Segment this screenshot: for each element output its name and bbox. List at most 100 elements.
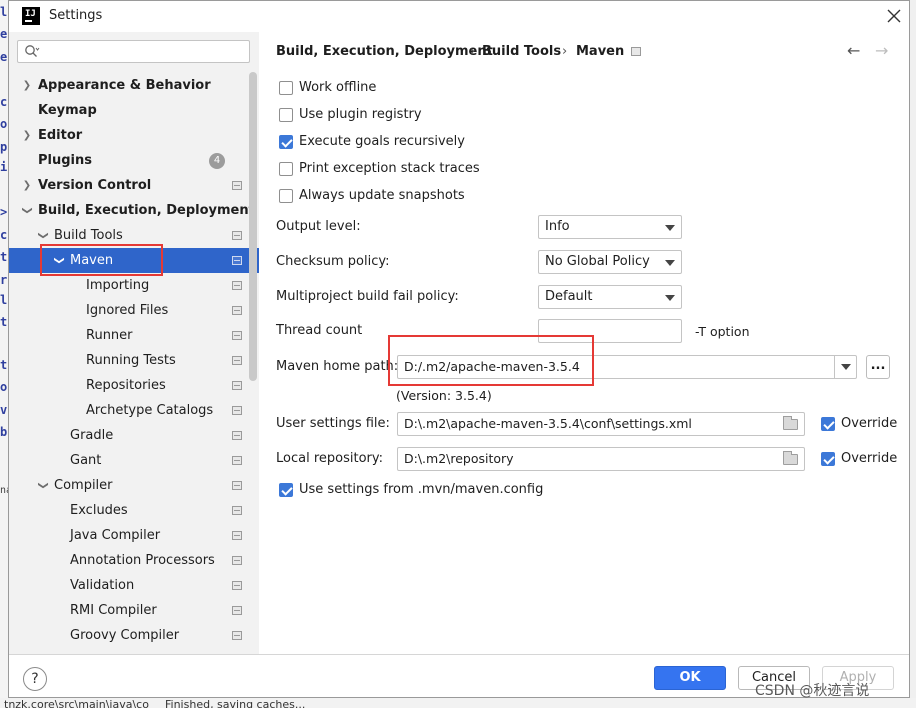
tree-item-plugins[interactable]: Plugins 4 xyxy=(9,148,259,173)
project-settings-icon xyxy=(232,481,242,490)
bg-char: v xyxy=(0,403,8,417)
settings-search[interactable] xyxy=(17,40,250,63)
output-level-select[interactable]: Info xyxy=(538,215,682,239)
checkbox-box[interactable] xyxy=(279,189,293,203)
tree-item-label: Annotation Processors xyxy=(70,553,215,568)
sidebar-scrollbar[interactable] xyxy=(249,72,257,381)
footer-divider xyxy=(9,654,909,655)
tree-item-label: Java Compiler xyxy=(70,528,161,543)
tree-item-gradle[interactable]: Gradle xyxy=(9,423,259,448)
breadcrumb-item: Build Tools xyxy=(482,44,562,59)
bg-char: b xyxy=(0,425,8,439)
project-settings-icon xyxy=(232,506,242,515)
checkbox-label: Print exception stack traces xyxy=(299,161,480,176)
project-settings-icon xyxy=(232,281,242,290)
breadcrumb-separator: › xyxy=(562,44,568,59)
tree-item-label: Keymap xyxy=(38,103,97,118)
tree-item-label: Importing xyxy=(86,278,150,293)
project-settings-icon xyxy=(232,356,242,365)
dropdown-arrow-icon[interactable] xyxy=(834,356,856,378)
thread-count-label: Thread count xyxy=(276,323,363,338)
bg-char: e xyxy=(0,27,8,41)
chevron-right-icon: ❯ xyxy=(22,180,32,191)
checkbox-box[interactable] xyxy=(279,483,293,497)
maven-home-label: Maven home path: xyxy=(276,359,399,374)
checkbox-label: Use settings from .mvn/maven.config xyxy=(299,482,544,497)
checkbox-box[interactable] xyxy=(279,108,293,122)
input-value: D:\.m2\repository xyxy=(404,451,514,466)
tree-item-archetype-catalogs[interactable]: Archetype Catalogs xyxy=(9,398,259,423)
input-value: D:\.m2\apache-maven-3.5.4\conf\settings.… xyxy=(404,416,692,431)
search-input[interactable] xyxy=(42,43,242,60)
project-settings-icon xyxy=(631,47,641,56)
tree-item-appearance[interactable]: ❯ Appearance & Behavior xyxy=(9,73,259,98)
csdn-watermark: CSDN @秋迹言说 xyxy=(755,683,870,699)
tree-item-validation[interactable]: Validation xyxy=(9,573,259,598)
background-right-edge xyxy=(910,0,916,708)
tree-item-label: Version Control xyxy=(38,178,152,193)
checkbox-box[interactable] xyxy=(821,452,835,466)
bg-char: > xyxy=(0,205,8,219)
tree-item-keymap[interactable]: Keymap xyxy=(9,98,259,123)
tree-item-ignored-files[interactable]: Ignored Files xyxy=(9,298,259,323)
tree-item-importing[interactable]: Importing xyxy=(9,273,259,298)
chevron-down-icon: ❯ xyxy=(21,206,33,215)
fail-policy-select[interactable]: Default xyxy=(538,285,682,309)
tree-item-version-control[interactable]: ❯ Version Control xyxy=(9,173,259,198)
checkbox-box[interactable] xyxy=(279,162,293,176)
tree-item-runner[interactable]: Runner xyxy=(9,323,259,348)
checksum-policy-label: Checksum policy: xyxy=(276,254,390,269)
checkbox-label: Always update snapshots xyxy=(299,188,465,203)
bg-char: t xyxy=(0,358,8,372)
output-level-label: Output level: xyxy=(276,219,361,234)
tree-item-label: Appearance & Behavior xyxy=(38,78,211,93)
tree-item-build-execution[interactable]: ❯ Build, Execution, Deployment xyxy=(9,198,259,223)
checkbox-box[interactable] xyxy=(821,417,835,431)
checksum-policy-select[interactable]: No Global Policy xyxy=(538,250,682,274)
checkbox-label: Override xyxy=(841,451,898,466)
user-settings-input[interactable]: D:\.m2\apache-maven-3.5.4\conf\settings.… xyxy=(397,412,805,436)
tree-item-label: Runner xyxy=(86,328,133,343)
project-settings-icon xyxy=(232,581,242,590)
project-settings-icon xyxy=(232,456,242,465)
project-settings-icon xyxy=(232,431,242,440)
local-repository-label: Local repository: xyxy=(276,451,383,466)
help-button[interactable]: ? xyxy=(23,667,47,691)
intellij-logo-icon: IJ xyxy=(22,7,40,25)
plugins-count-badge: 4 xyxy=(209,153,225,169)
tree-item-annotation-processors[interactable]: Annotation Processors xyxy=(9,548,259,573)
tree-item-editor[interactable]: ❯ Editor xyxy=(9,123,259,148)
tree-item-rmi-compiler[interactable]: RMI Compiler xyxy=(9,598,259,623)
folder-icon[interactable] xyxy=(783,451,798,465)
dropdown-arrow-icon xyxy=(665,225,675,231)
back-button[interactable]: ← xyxy=(847,41,860,60)
project-settings-icon xyxy=(232,256,242,265)
checkbox-box[interactable] xyxy=(279,81,293,95)
search-icon xyxy=(25,45,40,57)
project-settings-icon xyxy=(232,381,242,390)
bg-char: c xyxy=(0,228,8,242)
local-repository-input[interactable]: D:\.m2\repository xyxy=(397,447,805,471)
checkbox-label: Work offline xyxy=(299,80,377,95)
tree-item-running-tests[interactable]: Running Tests xyxy=(9,348,259,373)
project-settings-icon xyxy=(232,531,242,540)
chevron-right-icon: ❯ xyxy=(22,130,32,141)
tree-item-gant[interactable]: Gant xyxy=(9,448,259,473)
ok-button[interactable]: OK xyxy=(654,666,726,690)
close-button[interactable] xyxy=(883,5,905,27)
checkbox-box[interactable] xyxy=(279,135,293,149)
forward-button[interactable]: → xyxy=(875,41,888,60)
tree-item-java-compiler[interactable]: Java Compiler xyxy=(9,523,259,548)
tree-item-groovy-compiler[interactable]: Groovy Compiler xyxy=(9,623,259,648)
folder-icon[interactable] xyxy=(783,416,798,430)
tree-item-compiler[interactable]: ❯ Compiler xyxy=(9,473,259,498)
maven-home-browse-button[interactable]: ... xyxy=(866,355,890,379)
bg-char: t xyxy=(0,250,8,264)
chevron-right-icon: ❯ xyxy=(22,80,32,91)
tree-item-repositories[interactable]: Repositories xyxy=(9,373,259,398)
tree-item-excludes[interactable]: Excludes xyxy=(9,498,259,523)
tree-item-label: Plugins xyxy=(38,153,92,168)
bg-char: l xyxy=(0,293,8,307)
bg-char: i xyxy=(0,160,8,174)
checkbox-label: Override xyxy=(841,416,898,431)
